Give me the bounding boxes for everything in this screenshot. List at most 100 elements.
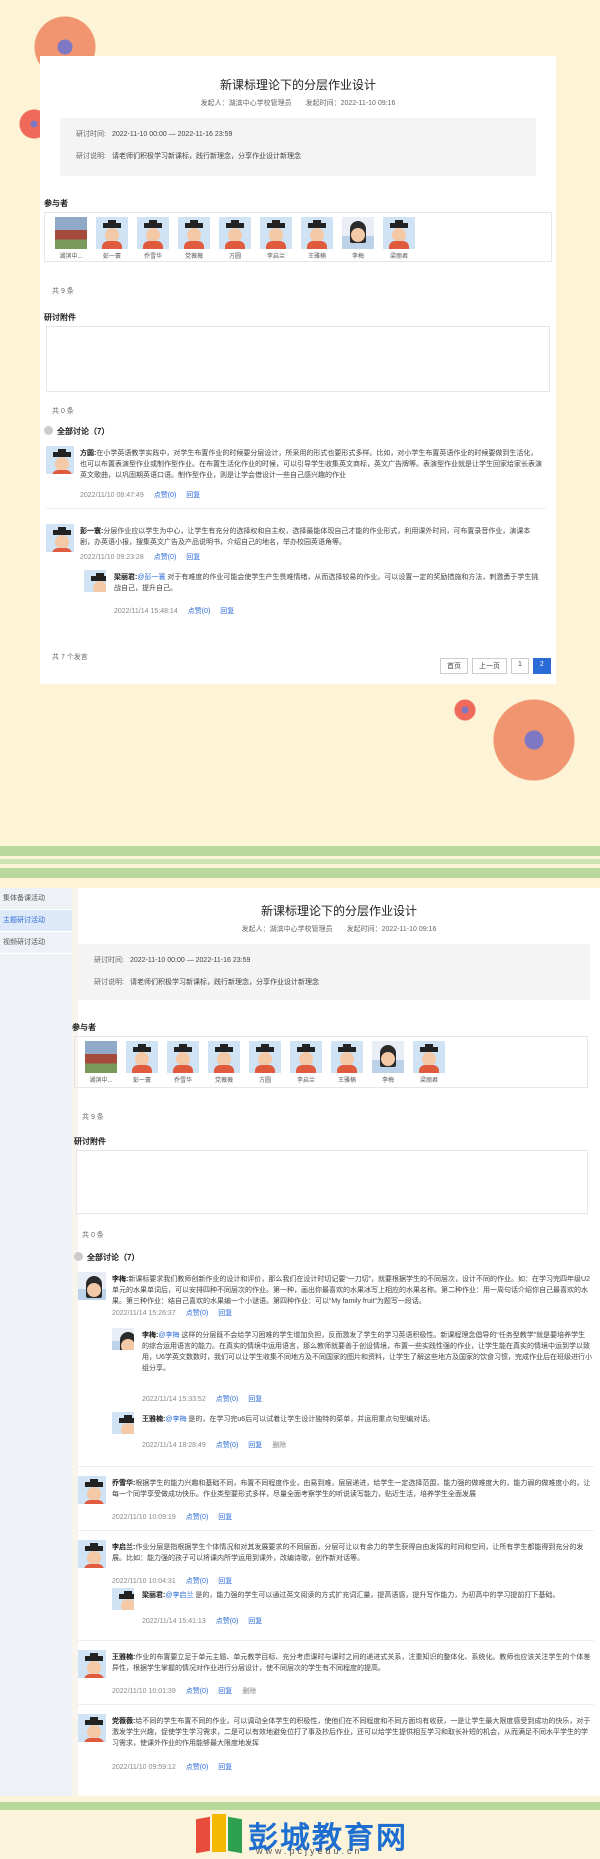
books-logo-icon [192, 1812, 248, 1858]
participant[interactable]: 党薇薇 [174, 217, 214, 260]
reply-button[interactable]: 回复 [186, 492, 200, 499]
avatar [167, 1041, 199, 1073]
reply-button[interactable]: 回复 [218, 1514, 232, 1521]
like-button[interactable]: 点赞(0) [186, 1578, 209, 1585]
sidebar-item-topic[interactable]: 主题研讨活动 [0, 910, 72, 932]
like-button[interactable]: 点赞(0) [154, 492, 177, 499]
meta-line: 发起人：湖滨中心学校管理员 发起时间：2022-11-10 09:16 [40, 98, 556, 108]
participant[interactable]: 李梅 [368, 1041, 408, 1084]
like-button[interactable]: 点赞(0) [188, 608, 211, 615]
start-time: 发起时间：2022-11-10 09:16 [346, 926, 437, 933]
participant[interactable]: 李启兰 [256, 217, 296, 260]
like-button[interactable]: 点赞(0) [216, 1396, 239, 1403]
reply-button[interactable]: 回复 [218, 1578, 232, 1585]
reply-button[interactable]: 回复 [248, 1442, 262, 1449]
site-logo: 彭城教育网 www.pcjyedu.cn [192, 1812, 408, 1858]
participants-list: 湖滨中... 彭一寰 乔雪华 党薇薇 方圆 李启兰 王雅楠 李梅 梁丽君 [44, 212, 552, 262]
sidebar-item-video[interactable]: 视频研讨活动 [0, 932, 72, 954]
like-button[interactable]: 点赞(0) [186, 1514, 209, 1521]
like-button[interactable]: 点赞(0) [154, 554, 177, 561]
pagination: 首页 上一页 1 2 [440, 658, 551, 674]
avatar [85, 1041, 117, 1073]
participant[interactable]: 彭一寰 [92, 217, 132, 260]
reply-item: 梁丽君:@李启兰 是的，能力强的学生可以通过英文阅读的方式扩充词汇量，提高语感，… [112, 1588, 594, 1628]
initiator: 发起人：湖滨中心学校管理员 [241, 926, 333, 933]
page-title: 新课标理论下的分层作业设计 [260, 904, 417, 918]
prev-page-button[interactable]: 上一页 [472, 658, 507, 674]
discussion-card: 新课标理论下的分层作业设计 发起人：湖滨中心学校管理员 发起时间：2022-11… [72, 888, 600, 1796]
reply-button[interactable]: 回复 [220, 608, 234, 615]
participant[interactable]: 李梅 [338, 217, 378, 260]
start-time: 发起时间：2022-11-10 09:16 [305, 100, 396, 107]
participant[interactable]: 方圆 [245, 1041, 285, 1084]
first-page-button[interactable]: 首页 [440, 658, 468, 674]
participant[interactable]: 湖滨中... [51, 217, 91, 260]
participant[interactable]: 梁丽君 [379, 217, 419, 260]
attachments-box [76, 1150, 588, 1214]
post-item: 李启兰:作业分层是指根据学生个体情况和对其发展要求的不同层面，分层可让以有余力的… [78, 1540, 594, 1586]
like-button[interactable]: 点赞(0) [216, 1442, 239, 1449]
reply-button[interactable]: 回复 [248, 1618, 262, 1625]
attachments-heading: 研讨附件 [74, 1137, 106, 1146]
avatar [78, 1650, 106, 1678]
avatar [78, 1476, 106, 1504]
avatar [290, 1041, 322, 1073]
post-item: 王雅楠:作业的布置要立足于单元主题、单元教学目标、充分考虑课时与课时之间的递进式… [78, 1650, 594, 1698]
page-title: 新课标理论下的分层作业设计 [219, 78, 376, 92]
avatar [78, 1272, 106, 1300]
all-discussion-heading: 全部讨论（7） [74, 1252, 139, 1263]
avatar [112, 1412, 134, 1434]
participant[interactable]: 党薇薇 [204, 1041, 244, 1084]
avatar [301, 217, 333, 249]
like-button[interactable]: 点赞(0) [186, 1764, 209, 1771]
reply-button[interactable]: 回复 [218, 1310, 232, 1317]
page-2-button[interactable]: 2 [532, 658, 551, 674]
avatar [78, 1540, 106, 1568]
delete-button[interactable]: 删除 [242, 1688, 256, 1695]
radio-icon[interactable] [44, 426, 53, 435]
avatar [219, 217, 251, 249]
like-button[interactable]: 点赞(0) [186, 1688, 209, 1695]
participant[interactable]: 乔雪华 [133, 217, 173, 260]
delete-button[interactable]: 删除 [272, 1442, 286, 1449]
page-1-button[interactable]: 1 [511, 658, 529, 674]
all-discussion-heading: 全部讨论（7） [44, 426, 109, 437]
participants-count: 共 9 条 [52, 288, 74, 295]
avatar [208, 1041, 240, 1073]
screenshot-bottom: 集体备课活动 主题研讨活动 视频研讨活动 新课标理论下的分层作业设计 发起人：湖… [0, 888, 600, 1796]
like-button[interactable]: 点赞(0) [186, 1310, 209, 1317]
reply-button[interactable]: 回复 [248, 1396, 262, 1403]
like-button[interactable]: 点赞(0) [216, 1618, 239, 1625]
reply-button[interactable]: 回复 [218, 1688, 232, 1695]
avatar [137, 217, 169, 249]
avatar [372, 1041, 404, 1073]
info-box: 研讨时间: 2022-11-10 00:00 — 2022-11-16 23:59… [78, 944, 590, 1000]
post-item: 方圆:在小学英语教学实践中，对学生布置作业的时候要分层设计，所采用的形式也要形式… [46, 446, 546, 502]
participants-heading: 参与者 [44, 199, 68, 208]
radio-icon[interactable] [74, 1252, 83, 1261]
screenshot-top: 新课标理论下的分层作业设计 发起人：湖滨中心学校管理员 发起时间：2022-11… [0, 0, 600, 842]
attachments-box [46, 326, 550, 392]
initiator: 发起人：湖滨中心学校管理员 [200, 100, 292, 107]
attachments-count: 共 0 条 [82, 1232, 104, 1239]
avatar [112, 1328, 134, 1350]
flower-decoration-icon [450, 695, 480, 725]
participants-heading: 参与者 [72, 1023, 96, 1032]
participant[interactable]: 彭一寰 [122, 1041, 162, 1084]
participant[interactable]: 王雅楠 [327, 1041, 367, 1084]
participant[interactable]: 乔雪华 [163, 1041, 203, 1084]
avatar [46, 446, 74, 474]
reply-item: 梁丽君:@彭一寰 对于有难度的作业可能会使学生产生畏难情绪，从而选择较易的作业。… [84, 570, 544, 618]
avatar [112, 1588, 134, 1610]
participant[interactable]: 梁丽君 [409, 1041, 449, 1084]
reply-button[interactable]: 回复 [186, 554, 200, 561]
sidebar-item-collective[interactable]: 集体备课活动 [0, 888, 72, 910]
participant[interactable]: 王雅楠 [297, 217, 337, 260]
participant[interactable]: 方圆 [215, 217, 255, 260]
avatar [96, 217, 128, 249]
participant[interactable]: 李启兰 [286, 1041, 326, 1084]
avatar [126, 1041, 158, 1073]
participant[interactable]: 湖滨中... [81, 1041, 121, 1084]
reply-item: 王雅楠:@李梅 是的，在学习完u6后可以试着让学生设计独特的菜单，并运用重点句型… [112, 1412, 594, 1452]
reply-button[interactable]: 回复 [218, 1764, 232, 1771]
